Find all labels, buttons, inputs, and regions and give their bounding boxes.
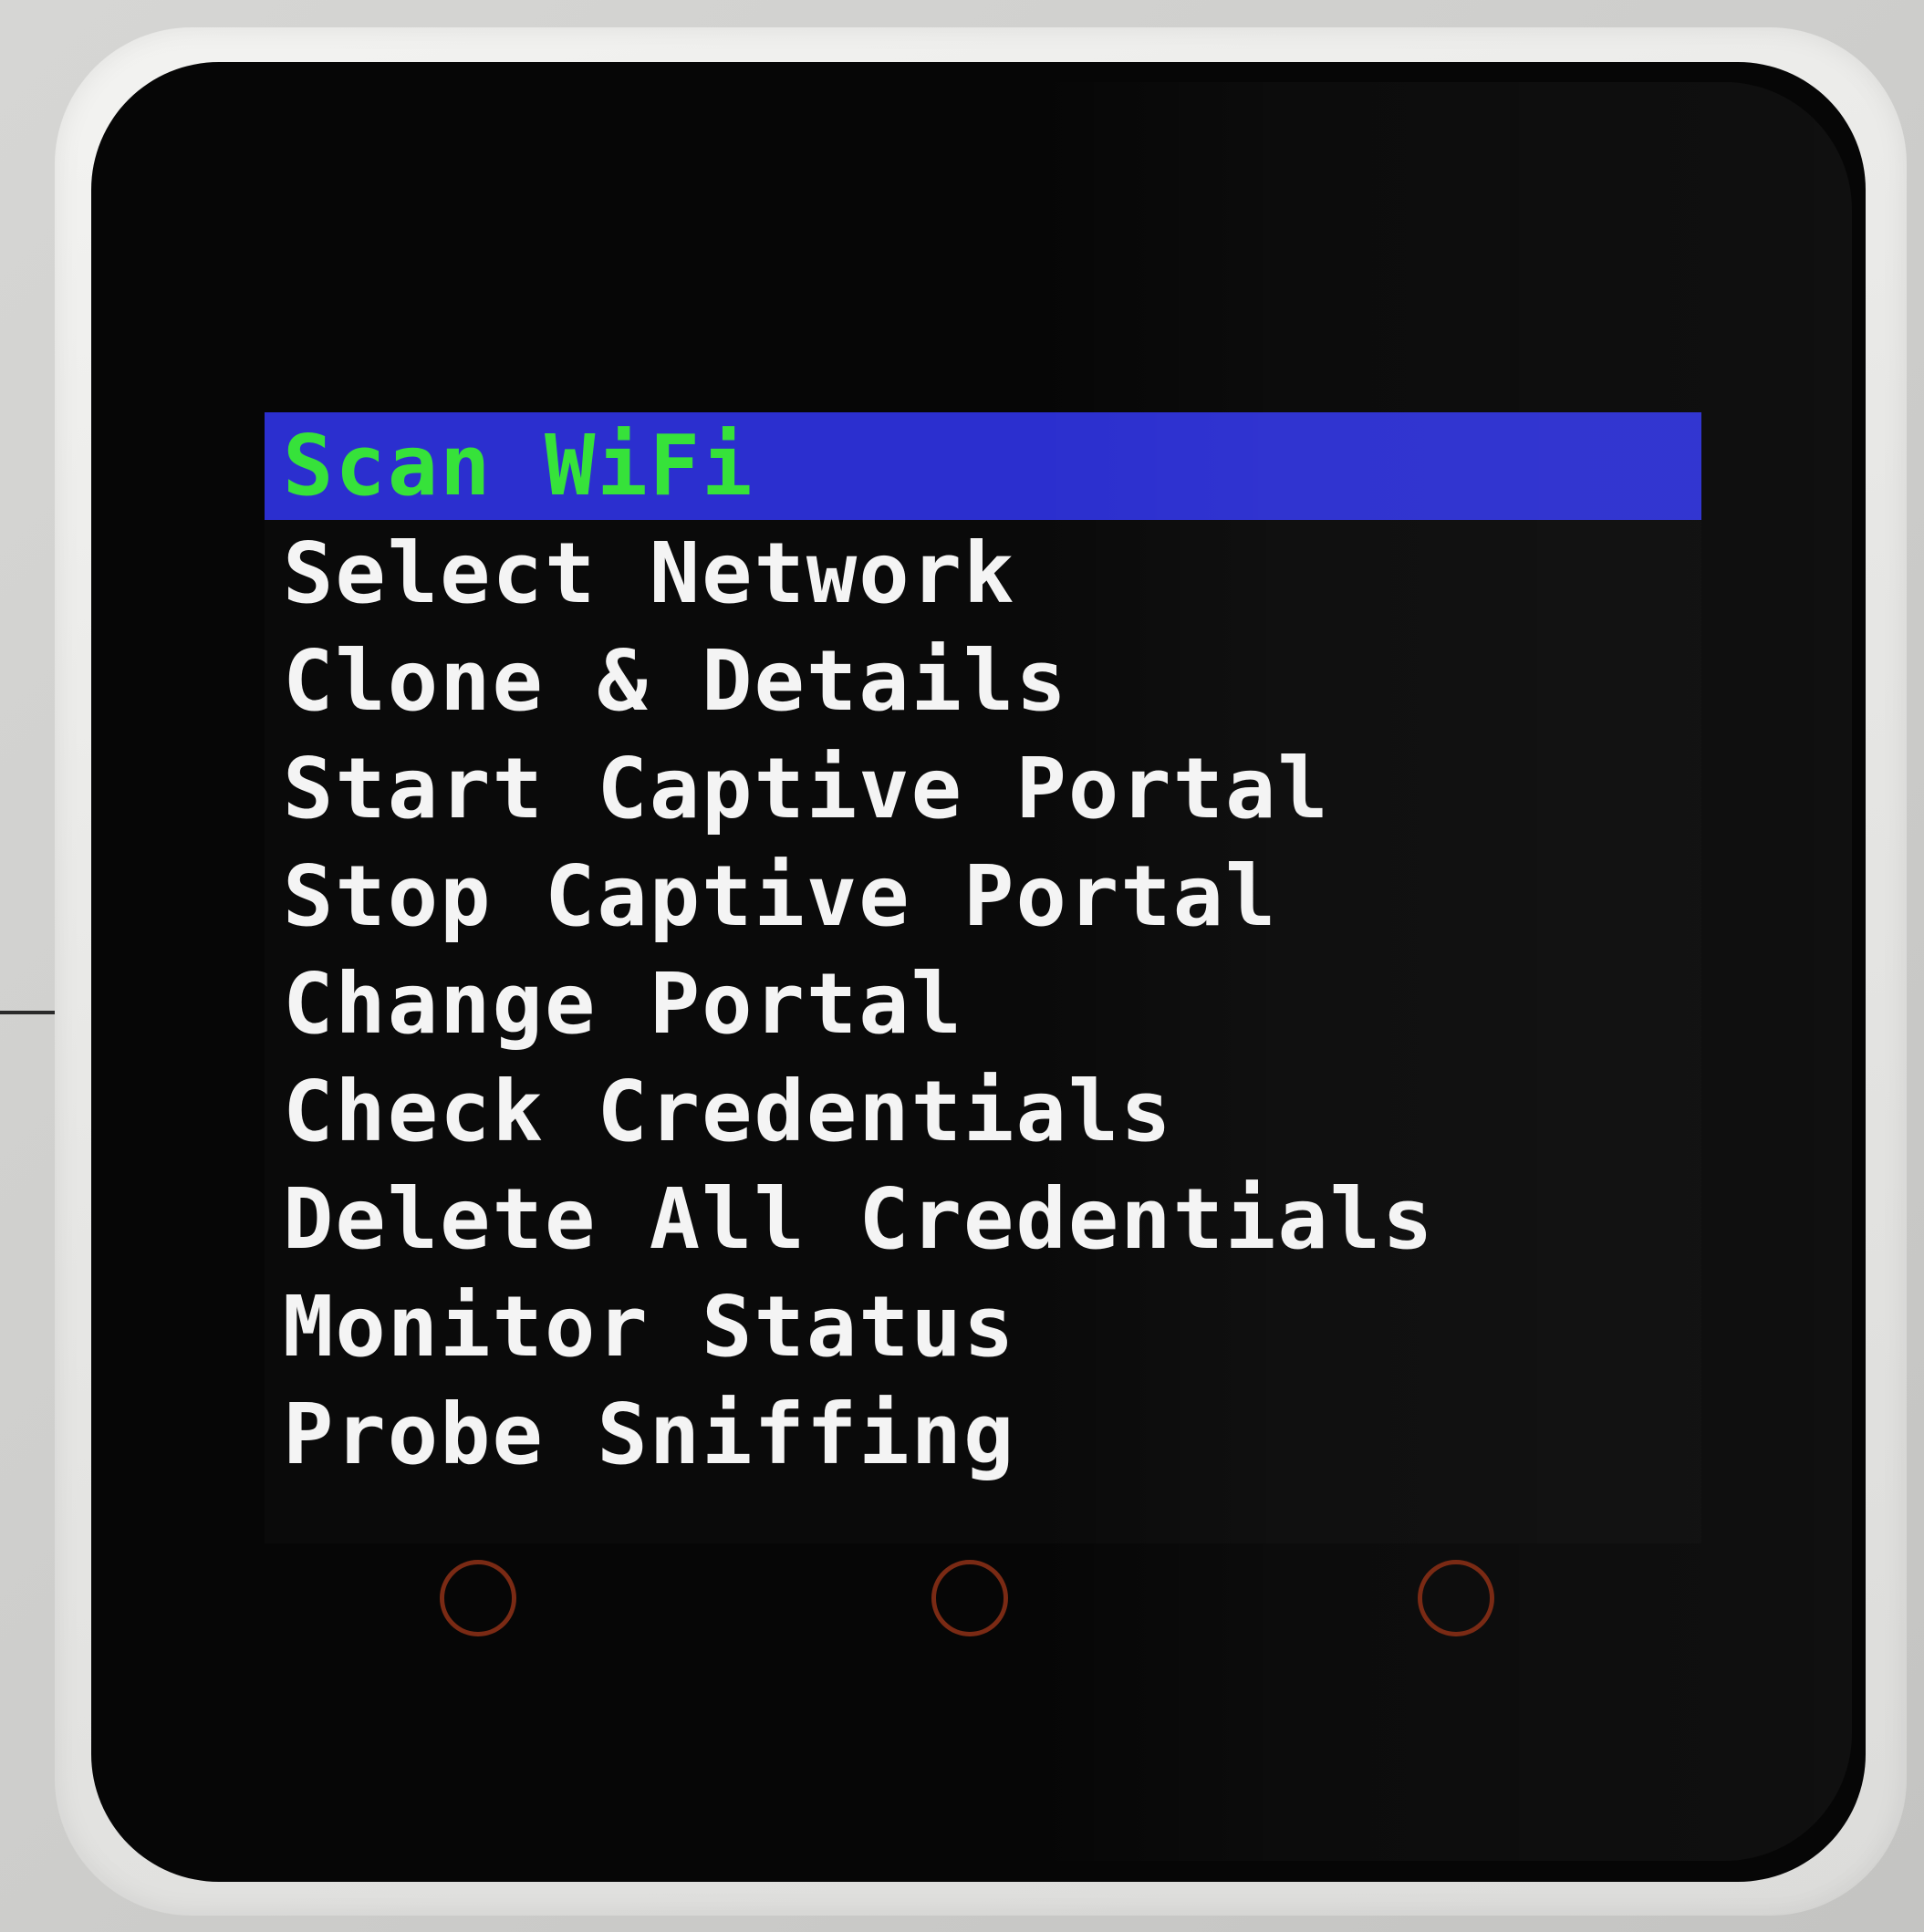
main-menu: Scan WiFi Select Network Clone & Details…	[265, 412, 1701, 1489]
menu-item-monitor-status[interactable]: Monitor Status	[265, 1273, 1701, 1381]
menu-item-stop-captive-portal[interactable]: Stop Captive Portal	[265, 843, 1701, 950]
menu-item-probe-sniffing[interactable]: Probe Sniffing	[265, 1381, 1701, 1489]
hardware-button-center[interactable]	[931, 1560, 1008, 1636]
menu-item-change-portal[interactable]: Change Portal	[265, 950, 1701, 1058]
menu-item-start-captive-portal[interactable]: Start Captive Portal	[265, 735, 1701, 843]
menu-item-select-network[interactable]: Select Network	[265, 520, 1701, 628]
menu-item-scan-wifi[interactable]: Scan WiFi	[265, 412, 1701, 520]
hardware-button-left[interactable]	[440, 1560, 516, 1636]
menu-item-clone-details[interactable]: Clone & Details	[265, 628, 1701, 735]
hardware-button-right[interactable]	[1418, 1560, 1494, 1636]
menu-item-check-credentials[interactable]: Check Credentials	[265, 1058, 1701, 1166]
menu-item-delete-all-credentials[interactable]: Delete All Credentials	[265, 1166, 1701, 1273]
lcd-screen: Scan WiFi Select Network Clone & Details…	[265, 412, 1701, 1543]
